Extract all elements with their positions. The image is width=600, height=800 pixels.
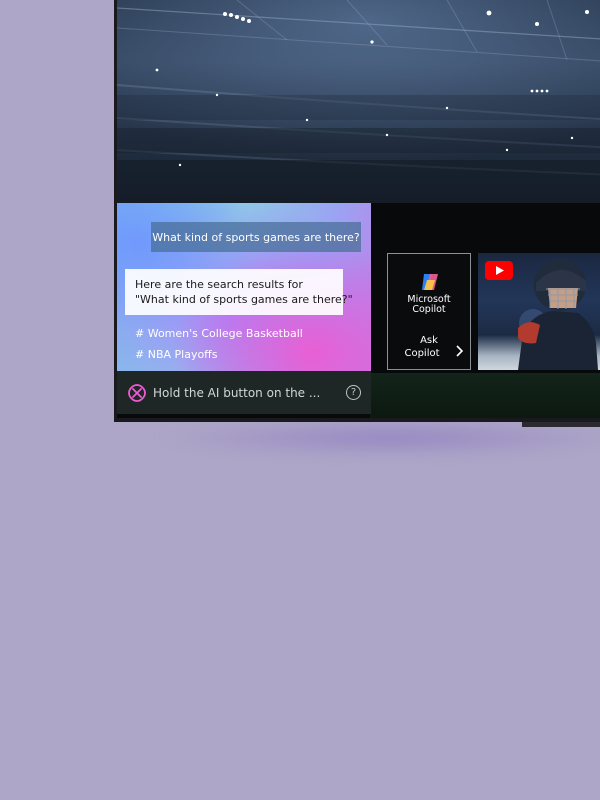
copilot-name: Microsoft Copilot	[388, 295, 470, 315]
ai-assistant-panel: What kind of sports games are there? Her…	[117, 203, 371, 371]
ai-hint-bar: Hold the AI button on the ... ?	[117, 371, 371, 414]
user-query-bubble: What kind of sports games are there?	[151, 222, 361, 252]
grass-strip	[370, 373, 600, 418]
youtube-icon	[485, 261, 513, 280]
ai-hint-text: Hold the AI button on the ...	[153, 385, 321, 400]
question-icon[interactable]: ?	[346, 385, 361, 400]
ai-response-line2: "What kind of sports games are there?"	[135, 293, 353, 306]
page-background: What kind of sports games are there? Her…	[0, 0, 600, 800]
youtube-thumbnail[interactable]	[478, 253, 600, 370]
stadium-background	[117, 0, 600, 205]
tv-screen: What kind of sports games are there? Her…	[114, 0, 600, 422]
copilot-logo-icon	[422, 274, 438, 290]
ask-copilot-card[interactable]: Microsoft Copilot Ask Copilot	[387, 253, 471, 370]
tag-womens-college-basketball[interactable]: # Women's College Basketball	[135, 327, 303, 340]
user-query-text: What kind of sports games are there?	[152, 230, 360, 244]
stadium-illustration	[117, 0, 600, 205]
tag-nba-playoffs[interactable]: # NBA Playoffs	[135, 348, 218, 361]
ai-response-line1: Here are the search results for	[135, 278, 303, 291]
copilot-name-line2: Copilot	[412, 304, 446, 315]
ai-knot-icon	[128, 383, 146, 402]
chevron-right-icon	[456, 345, 464, 357]
help-glyph: ?	[350, 387, 357, 398]
ai-response-bubble: Here are the search results for "What ki…	[125, 269, 353, 315]
